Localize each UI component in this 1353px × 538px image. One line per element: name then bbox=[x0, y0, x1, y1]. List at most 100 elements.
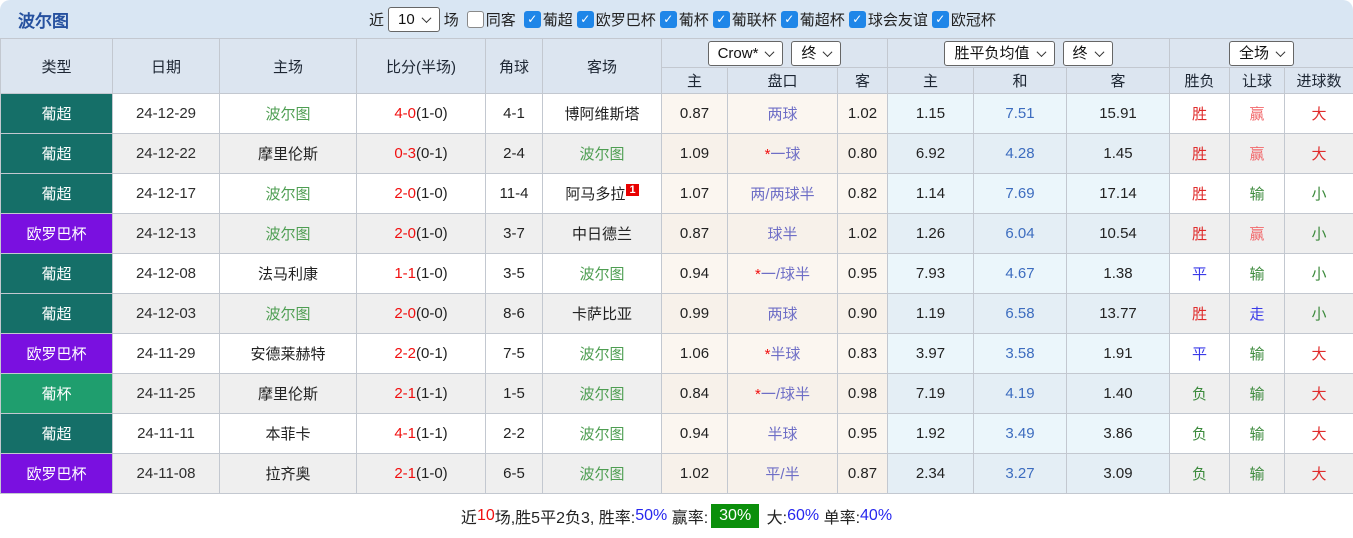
match-date: 24-11-29 bbox=[112, 333, 220, 374]
match-date: 24-11-11 bbox=[112, 413, 220, 454]
goals-result: 大 bbox=[1283, 413, 1353, 454]
league-type-badge: 葡超 bbox=[0, 133, 113, 174]
match-score: 1-1(1-0) bbox=[356, 253, 486, 294]
star-mark: * bbox=[754, 386, 761, 403]
summary-text: 近 bbox=[460, 510, 477, 527]
bookmaker-select-value: Crow* bbox=[717, 44, 759, 62]
summary-text: 大: bbox=[762, 510, 788, 527]
col-header-date: 日期 bbox=[112, 38, 220, 94]
page-title: 波尔图 bbox=[18, 11, 69, 31]
europe-odds-group-header: 胜平负均值 终 bbox=[887, 38, 1170, 68]
euro-draw-odds: 4.19 bbox=[973, 373, 1067, 414]
away-team: 中日德兰 bbox=[542, 213, 662, 254]
chevron-down-icon bbox=[1094, 46, 1104, 57]
asian-away-odds: 0.80 bbox=[837, 133, 888, 174]
asian-away-odds: 0.90 bbox=[837, 293, 888, 334]
asian-odds-group-header: Crow* 终 bbox=[661, 38, 888, 68]
handicap-line: *一/球半 bbox=[727, 253, 838, 294]
europe-odds-type-select[interactable]: 胜平负均值 bbox=[944, 40, 1055, 66]
league-filter-checkbox[interactable]: ✓ 欧罗巴杯 bbox=[576, 9, 656, 30]
recent-label: 近 bbox=[369, 11, 385, 29]
same-away-filter[interactable]: 同客 bbox=[466, 9, 516, 30]
table-row: 葡超 24-12-22 摩里伦斯 0-3(0-1) 2-4 波尔图 1.09 *一球 0.80 6… bbox=[0, 133, 1353, 174]
match-date: 24-12-08 bbox=[112, 253, 220, 294]
euro-home-odds: 1.15 bbox=[887, 93, 974, 134]
euro-home-odds: 1.19 bbox=[887, 293, 974, 334]
asian-home-odds: 0.94 bbox=[661, 413, 728, 454]
league-filter-label: 葡联杯 bbox=[731, 11, 777, 29]
match-date: 24-12-22 bbox=[112, 133, 220, 174]
checkbox-icon: ✓ bbox=[712, 10, 730, 28]
table-row: 欧罗巴杯 24-11-08 拉齐奥 2-1(1-0) 6-5 波尔图 1.02 平/半 0.87… bbox=[0, 453, 1353, 494]
europe-stage-select[interactable]: 终 bbox=[1062, 40, 1113, 66]
asian-home-odds: 0.94 bbox=[661, 253, 728, 294]
sub-header-asian-home: 主 bbox=[661, 67, 728, 94]
summary-text: 单率: bbox=[819, 510, 861, 527]
league-filter-checkbox[interactable]: ✓ 葡超 bbox=[523, 9, 573, 30]
euro-draw-odds: 3.27 bbox=[973, 453, 1067, 494]
euro-away-odds: 15.91 bbox=[1066, 93, 1170, 134]
euro-draw-odds: 7.69 bbox=[973, 173, 1067, 214]
league-filter-checkbox[interactable]: ✓ 球会友谊 bbox=[848, 9, 928, 30]
handicap-line: 球半 bbox=[727, 213, 838, 254]
match-date: 24-12-13 bbox=[112, 213, 220, 254]
match-score: 4-0(1-0) bbox=[356, 93, 486, 134]
away-team: 波尔图 bbox=[542, 253, 662, 294]
league-filter-checkbox[interactable]: ✓ 欧冠杯 bbox=[931, 9, 996, 30]
summary-text: 40% bbox=[860, 507, 893, 524]
sub-header-handicap: 盘口 bbox=[727, 67, 838, 94]
league-filter-checkbox[interactable]: ✓ 葡超杯 bbox=[780, 9, 845, 30]
asian-home-odds: 0.87 bbox=[661, 93, 728, 134]
asian-home-odds: 0.84 bbox=[661, 373, 728, 414]
asian-away-odds: 0.95 bbox=[837, 253, 888, 294]
euro-draw-odds: 7.51 bbox=[973, 93, 1067, 134]
away-team: 波尔图 bbox=[542, 373, 662, 414]
handicap-result: 输 bbox=[1229, 413, 1285, 454]
checkbox-icon: ✓ bbox=[780, 10, 798, 28]
col-header-score: 比分(半场) bbox=[356, 38, 486, 94]
euro-home-odds: 2.34 bbox=[887, 453, 974, 494]
summary-text: 赢率: bbox=[667, 510, 709, 527]
asian-home-odds: 0.99 bbox=[661, 293, 728, 334]
asian-away-odds: 0.82 bbox=[837, 173, 888, 214]
euro-draw-odds: 3.49 bbox=[973, 413, 1067, 454]
league-filter-checkbox[interactable]: ✓ 葡联杯 bbox=[712, 9, 777, 30]
col-header-away: 客场 bbox=[542, 38, 662, 94]
halftime-score: (1-0) bbox=[416, 185, 448, 202]
table-header: 类型 日期 主场 比分(半场) 角球 客场 Crow* 终 胜平负均值 终 全场… bbox=[0, 38, 1353, 94]
league-filter-checkbox[interactable]: ✓ 葡杯 bbox=[659, 9, 709, 30]
euro-home-odds: 6.92 bbox=[887, 133, 974, 174]
asian-stage-select[interactable]: 终 bbox=[791, 40, 842, 66]
goals-result: 大 bbox=[1283, 453, 1353, 494]
handicap-result: 输 bbox=[1229, 253, 1285, 294]
home-team: 安德莱赫特 bbox=[219, 333, 357, 374]
corner-score: 8-6 bbox=[485, 293, 543, 334]
bookmaker-select[interactable]: Crow* bbox=[707, 40, 784, 66]
handicap-line: 两/两球半 bbox=[727, 173, 838, 214]
match-score: 2-2(0-1) bbox=[356, 333, 486, 374]
sub-header-handicap-result: 让球 bbox=[1229, 67, 1285, 94]
chevron-down-icon bbox=[764, 46, 775, 57]
handicap-line: *一/球半 bbox=[727, 373, 838, 414]
win-rate-badge: 30% bbox=[711, 504, 760, 528]
away-team-badge: 1 bbox=[626, 184, 639, 196]
goals-result: 小 bbox=[1283, 293, 1353, 334]
topbar: 波尔图 近 10 场 同客 ✓ 葡超 ✓ 欧罗巴杯 ✓ 葡杯 ✓ 葡联杯 ✓ 葡超杯 ✓ 球会友谊 ✓ 欧… bbox=[0, 0, 1353, 38]
scope-select[interactable]: 全场 bbox=[1229, 40, 1295, 66]
corner-score: 2-2 bbox=[485, 413, 543, 454]
home-team: 波尔图 bbox=[219, 173, 357, 214]
matches-label: 场 bbox=[443, 11, 459, 29]
recent-count-select[interactable]: 10 bbox=[388, 6, 440, 32]
euro-away-odds: 1.40 bbox=[1066, 373, 1170, 414]
match-outcome: 平 bbox=[1169, 253, 1230, 294]
halftime-score: (0-1) bbox=[416, 345, 448, 362]
corner-score: 6-5 bbox=[485, 453, 543, 494]
match-outcome: 胜 bbox=[1169, 133, 1230, 174]
goals-result: 小 bbox=[1283, 173, 1353, 214]
euro-draw-odds: 6.04 bbox=[973, 213, 1067, 254]
match-outcome: 负 bbox=[1169, 413, 1230, 454]
checkbox-icon: ✓ bbox=[659, 10, 677, 28]
match-date: 24-12-03 bbox=[112, 293, 220, 334]
match-date: 24-12-29 bbox=[112, 93, 220, 134]
handicap-result: 赢 bbox=[1229, 93, 1285, 134]
